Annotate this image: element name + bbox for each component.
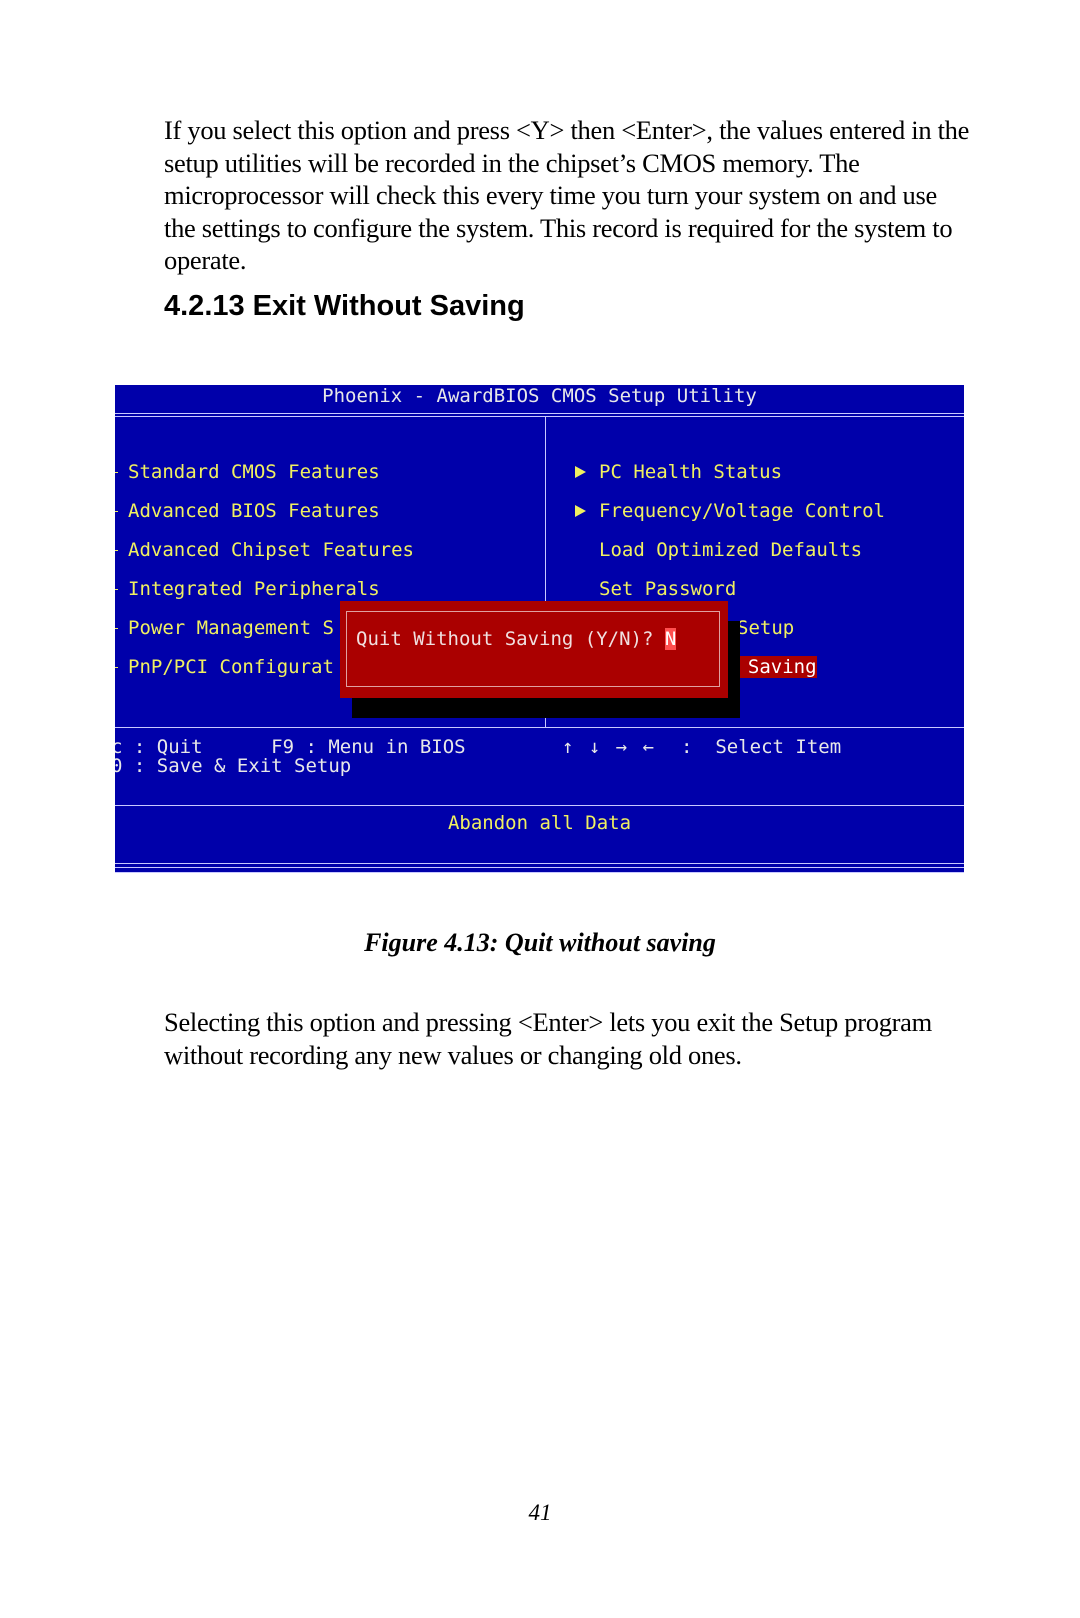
menu-item-load-optimized[interactable]: Load Optimized Defaults <box>599 539 862 561</box>
quit-confirm-dialog: Quit Without Saving (Y/N)? N <box>340 601 728 698</box>
bottom-border-3 <box>115 872 964 873</box>
menu-item-save-exit-setup[interactable]: Setup <box>737 617 794 639</box>
menu-item-set-password[interactable]: Set Password <box>599 578 736 600</box>
bios-screenshot: Phoenix - AwardBIOS CMOS Setup Utility S… <box>115 385 964 873</box>
status-help-text: Abandon all Data <box>447 812 632 834</box>
footer-key-help-line2: 0 : Save & Exit Setup <box>115 755 352 777</box>
title-divider-bottom <box>115 416 964 417</box>
border-tick <box>115 589 118 590</box>
section-heading: 4.2.13 Exit Without Saving <box>164 290 525 322</box>
bios-title: Phoenix - AwardBIOS CMOS Setup Utility <box>322 385 757 407</box>
menu-item-label: Frequency/Voltage Control <box>599 500 885 522</box>
menu-item-pc-health[interactable]: PC Health Status <box>575 461 782 483</box>
menu-item-pnp-pci[interactable]: PnP/PCI Configurat <box>128 656 334 678</box>
menu-item-integrated-peripherals[interactable]: Integrated Peripherals <box>128 578 380 600</box>
menu-item-power-management[interactable]: Power Management S <box>128 617 334 639</box>
title-divider-top <box>115 413 964 414</box>
menu-item-frequency-voltage[interactable]: Frequency/Voltage Control <box>575 500 885 522</box>
intro-paragraph: If you select this option and press <Y> … <box>164 115 970 275</box>
border-tick <box>115 628 118 629</box>
menu-item-standard-cmos[interactable]: Standard CMOS Features <box>128 461 380 483</box>
footer-divider <box>115 727 964 728</box>
figure-caption: Figure 4.13: Quit without saving <box>364 928 716 957</box>
dialog-prompt-text: Quit Without Saving (Y/N)? <box>356 628 665 650</box>
menu-item-advanced-chipset[interactable]: Advanced Chipset Features <box>128 539 414 561</box>
dialog-prompt: Quit Without Saving (Y/N)? N <box>356 628 677 650</box>
bottom-border-2 <box>115 867 964 868</box>
status-divider <box>115 805 964 806</box>
border-tick <box>115 550 118 551</box>
menu-item-advanced-bios[interactable]: Advanced BIOS Features <box>128 500 380 522</box>
menu-item-label: PC Health Status <box>599 461 783 483</box>
dialog-input-value[interactable]: N <box>664 628 677 650</box>
page-number: 41 <box>528 1500 552 1525</box>
border-tick <box>115 511 118 512</box>
border-tick <box>115 667 118 668</box>
body-paragraph: Selecting this option and pressing <Ente… <box>164 1007 932 1070</box>
submenu-triangle-icon <box>575 505 586 517</box>
arrow-keys-icon: ↑ ↓ → ← <box>562 736 657 758</box>
footer-select-item: : Select Item <box>681 736 842 758</box>
border-tick <box>115 472 118 473</box>
menu-item-label-selected: Saving <box>736 656 817 678</box>
submenu-triangle-icon <box>575 466 586 478</box>
bottom-border-1 <box>115 863 964 864</box>
